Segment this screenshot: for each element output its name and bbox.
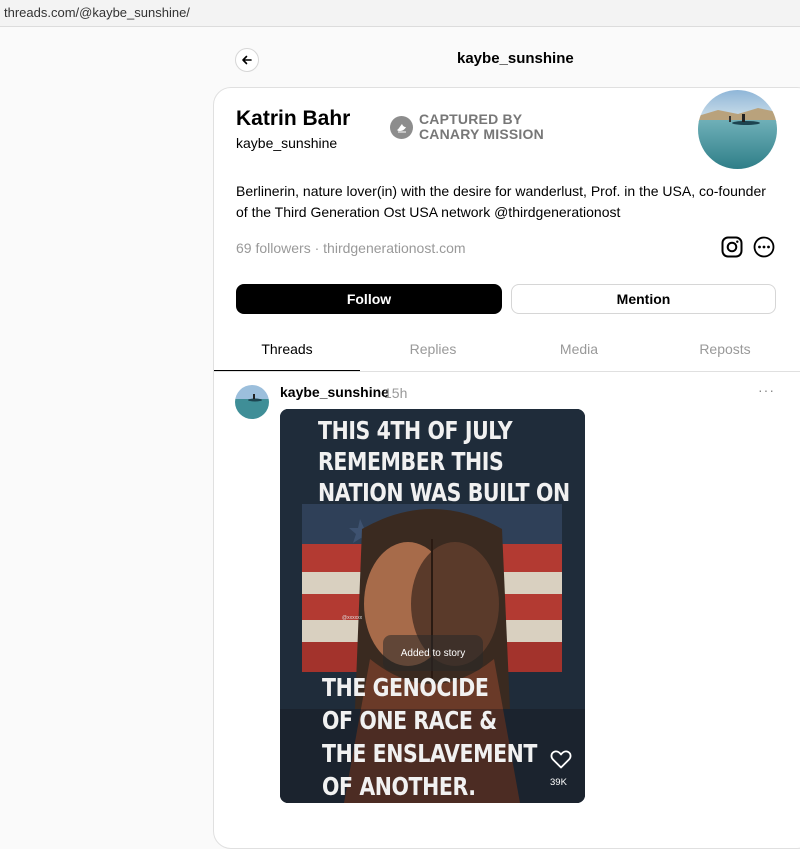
tab-media[interactable]: Media <box>506 328 652 371</box>
profile-meta: 69 followers · thirdgenerationost.com <box>236 240 466 256</box>
post-avatar[interactable] <box>235 385 269 419</box>
post-image[interactable]: THIS 4TH OF JULY REMEMBER THIS NATION WA… <box>280 409 585 803</box>
browser-address-bar[interactable]: threads.com/@kaybe_sunshine/ <box>0 0 800 27</box>
follow-button[interactable]: Follow <box>236 284 502 314</box>
added-to-story-toast: Added to story <box>383 635 483 671</box>
image-bottom-line-4: OF ANOTHER. <box>322 772 476 801</box>
heart-icon[interactable] <box>550 749 572 769</box>
image-watermark: @xxxxxx <box>342 615 363 621</box>
image-bottom-line-2: OF ONE RACE & <box>322 706 497 735</box>
profile-avatar[interactable] <box>698 90 777 169</box>
badge-text: CAPTURED BY CANARY MISSION <box>419 112 544 142</box>
meta-separator: · <box>314 240 320 256</box>
canary-mission-badge: CAPTURED BY CANARY MISSION <box>390 112 544 142</box>
profile-name: Katrin Bahr <box>236 107 351 130</box>
profile-card: Katrin Bahr kaybe_sunshine CAPTURED BY C… <box>213 87 800 849</box>
post-username[interactable]: kaybe_sunshine <box>280 384 389 400</box>
profile-bio: Berlinerin, nature lover(in) with the de… <box>236 183 766 220</box>
image-headline: THIS 4TH OF JULY REMEMBER THIS NATION WA… <box>318 415 570 508</box>
followers-count[interactable]: 69 followers <box>236 240 311 256</box>
back-button[interactable] <box>235 48 259 72</box>
badge-line-2: CANARY MISSION <box>419 126 544 142</box>
tab-replies[interactable]: Replies <box>360 328 506 371</box>
back-arrow-icon <box>242 55 252 65</box>
post-more-button[interactable]: ··· <box>758 382 775 398</box>
website-link[interactable]: thirdgenerationost.com <box>323 240 465 256</box>
like-count: 39K <box>550 777 567 788</box>
profile-handle: kaybe_sunshine <box>236 135 338 151</box>
post-timestamp: 15h <box>384 385 408 401</box>
image-headline-line-3: NATION WAS BUILT ON <box>318 478 570 507</box>
page-title: kaybe_sunshine <box>457 50 574 67</box>
more-options-icon[interactable] <box>753 236 775 258</box>
tab-threads[interactable]: Threads <box>214 328 360 371</box>
instagram-icon[interactable] <box>721 236 743 258</box>
badge-line-1: CAPTURED BY <box>419 111 523 127</box>
url-text: threads.com/@kaybe_sunshine/ <box>4 5 190 20</box>
image-headline-line-2: REMEMBER THIS <box>318 447 504 476</box>
image-bottom-text: THE GENOCIDE OF ONE RACE & THE ENSLAVEME… <box>322 671 537 803</box>
image-bottom-line-3: THE ENSLAVEMENT <box>322 739 538 768</box>
mention-button[interactable]: Mention <box>511 284 776 314</box>
image-bottom-line-1: THE GENOCIDE <box>322 673 489 702</box>
tab-reposts[interactable]: Reposts <box>652 328 798 371</box>
canary-mission-icon <box>390 115 413 139</box>
image-headline-line-1: THIS 4TH OF JULY <box>318 416 513 445</box>
profile-tabs: Threads Replies Media Reposts <box>214 328 800 372</box>
